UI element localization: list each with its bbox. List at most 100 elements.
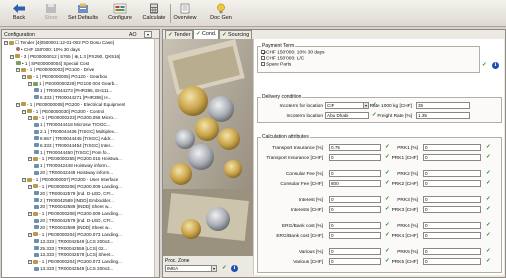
expand-toggle-icon[interactable]: − [28, 232, 32, 237]
set-defaults-button-label: Set Defaults [68, 15, 98, 21]
expand-toggle-icon[interactable]: − [10, 54, 14, 59]
freight-rate-input[interactable]: 1.35 [416, 112, 470, 119]
tree-sort-dropdown[interactable]: ▾ [144, 31, 152, 38]
expand-toggle-icon[interactable]: − [22, 75, 26, 80]
tree-node[interactable]: − 1 | PE000000229] PG100 004 Gearb... [28, 81, 118, 87]
tree-node[interactable]: 1 | TR00044273 [PHR395, EH111... [34, 88, 112, 94]
expand-toggle-icon[interactable]: − [28, 82, 32, 87]
tree-node[interactable]: 20 | TR00042448 Hoistway inform... [34, 170, 113, 176]
info-icon[interactable]: i [231, 265, 238, 272]
expand-toggle-icon[interactable]: − [4, 41, 8, 45]
tree-node[interactable]: 20 | TR00042589 [INDD] Sheet w... [34, 225, 112, 231]
expand-toggle-icon[interactable]: − [28, 157, 32, 162]
checkbox[interactable] [261, 56, 265, 60]
calc-right-input[interactable]: 0 [423, 144, 481, 151]
tree-node[interactable]: • CHF 150'000: 10% 30 days [16, 47, 80, 53]
expand-toggle-icon[interactable]: − [22, 109, 26, 114]
tab-cond[interactable]: ✓ Cond. [193, 29, 220, 39]
doc-gen-button[interactable]: Doc Gen [204, 2, 238, 26]
tree-node[interactable]: 6.333 | TR00044454 [TrSGC] Inter... [34, 143, 114, 149]
expand-toggle-icon[interactable]: − [16, 68, 20, 73]
calc-right-input[interactable]: 0 [423, 248, 481, 255]
tree-node[interactable]: − - 1 | PE00000206] PG200.009 Landing... [28, 184, 122, 190]
tree-node[interactable]: 13.333 | TR00042549 [LCS 200x3... [34, 266, 113, 272]
tree-node[interactable]: − - 1 | PE00000204] PG200.073 Landing... [28, 259, 122, 265]
checkbox[interactable] [261, 50, 266, 55]
tree-node[interactable]: 6.333 | TR00044271 [PHR395] H... [34, 95, 111, 101]
tree-node[interactable]: − - 1 | PE00000007] PG200 - User Interfac… [22, 177, 118, 183]
calc-right-input[interactable]: 0 [423, 222, 481, 229]
tree-node[interactable]: − - 1 | PE00000204] PG200.073 Landing... [28, 232, 122, 238]
tree-node[interactable]: − - 1 | PE00000008] PG200 - Electrical Eq… [16, 102, 125, 108]
tab-cond-label: Cond. [202, 31, 217, 37]
calc-left-input[interactable]: 0 [329, 170, 381, 177]
tree-node[interactable]: − ☐ Tender [4|0500001:12-01-002 PO Dosu C… [4, 40, 114, 46]
tree-node[interactable]: 1 | TR00044418 Microsw TrOGC... [34, 122, 111, 128]
expand-toggle-icon[interactable]: − [28, 184, 32, 189]
rate-input[interactable]: 35 [416, 102, 470, 109]
calc-right-input[interactable]: 0 [423, 196, 481, 203]
calc-right-value: 0 [425, 207, 428, 212]
info-icon[interactable]: i [492, 62, 499, 69]
configuration-tree-panel: Configuration AO ▾ − ☐ Tender [4|0500001:… [1, 29, 160, 278]
expand-toggle-icon[interactable]: − [16, 102, 20, 107]
payment-option[interactable]: Spare Parts [261, 62, 291, 68]
tree-node[interactable]: − - 1 | PE00000003] PG100 - Drive [16, 67, 94, 73]
tree-node[interactable]: 20 | TR00042579 [Ind. D-LED, CFI... [34, 218, 114, 224]
calc-left-input[interactable]: 0 [329, 248, 381, 255]
tree-scrollbar[interactable] [154, 39, 159, 277]
back-button[interactable]: Back [2, 2, 36, 26]
calc-right-input[interactable]: 0 [423, 232, 481, 239]
payment-option[interactable]: CHF 150'000: L/C [261, 56, 304, 62]
tab-tender[interactable]: ✓ Tender [165, 30, 194, 39]
tree-node[interactable]: − - 1 | PE00000030] PG200 - Control [22, 109, 104, 115]
expand-toggle-icon[interactable]: − [22, 178, 26, 182]
calc-right-input[interactable]: 0 [423, 206, 481, 213]
calc-left-value: 0 [331, 223, 334, 228]
proc-zone-select[interactable]: IMEA ▾ [165, 265, 217, 272]
tab-sourcing[interactable]: ✓ Sourcing [219, 30, 253, 39]
tree-node[interactable]: − - 1 | PE00000005] PG120 - Gearbox [22, 74, 107, 80]
incoterm-select[interactable]: CIF ▾ [325, 102, 369, 109]
expand-toggle-icon[interactable]: − [28, 212, 32, 217]
expand-toggle-icon[interactable]: − [28, 116, 32, 121]
set-defaults-button[interactable]: Set Defaults [66, 2, 100, 26]
calc-right-input[interactable]: 0 [423, 258, 481, 265]
tree-node-label: 6.333 | TR00044454 [TrSGC] Inter... [40, 142, 114, 148]
tree-node[interactable]: 20 | TR00042579 [Ind. D-LED, CFI... [34, 191, 114, 197]
tree-node[interactable]: 8.667 | TR00044445 [TrSGC] Addr... [34, 136, 114, 142]
calc-left-input[interactable]: 0 [329, 258, 381, 265]
calc-left-input[interactable]: 0.75 [329, 144, 381, 151]
tree-node[interactable]: 25.333 | TR00042559 [LCS] 02... [34, 246, 107, 252]
calc-right-input[interactable]: 0 [423, 154, 481, 161]
calc-left-input[interactable]: 0 [329, 196, 381, 203]
checkbox[interactable] [261, 62, 265, 66]
incoterm-location-input[interactable]: Abu Dhabi [325, 112, 369, 119]
tree-node[interactable]: 1 | TR00044450 [TrSGC] Pom fo... [34, 150, 110, 156]
tree-node[interactable]: − - 3 | PE00000012 | 5765 | ⊕,1.3 [PX290,… [10, 54, 120, 60]
tree-node[interactable]: 2 | TR00042589 [INDD] Embodder... [34, 198, 114, 204]
calc-right-input[interactable]: 0 [423, 170, 481, 177]
calc-right-input[interactable]: 0 [423, 180, 481, 187]
calculate-button[interactable]: Calculate [137, 2, 171, 26]
tree-node[interactable]: − - 1 | PE00000223] PG200.056 Micro... [28, 115, 117, 121]
tree-node[interactable]: 1 | TR00042448 Hoistway inform... [34, 163, 111, 169]
overview-button[interactable]: Overview [168, 2, 202, 26]
calc-left-input[interactable]: 0 [329, 154, 381, 161]
store-button[interactable]: Store [34, 2, 68, 26]
calc-left-input[interactable]: 0 [329, 206, 381, 213]
tree-node[interactable]: 2.1 | TR00044436 [TrSGC] Multiplex... [34, 129, 118, 135]
configure-button[interactable]: Configure [103, 2, 137, 26]
calc-left-value: 0 [331, 171, 334, 176]
tree-node[interactable]: 13.333 | TR00042549 [LCS 200x3... [34, 239, 113, 245]
expand-toggle-icon[interactable]: − [28, 260, 32, 265]
tree-node[interactable]: − - 1 | PE00000255] PG200.015 Hoistwa... [28, 156, 122, 162]
calc-left-input[interactable]: 0 [329, 232, 381, 239]
calc-left-input[interactable]: 800 [329, 180, 381, 187]
calc-left-input[interactable]: 0 [329, 222, 381, 229]
tree-node[interactable]: − - 1 | PE00000208] PG200.009 Landing... [28, 211, 122, 217]
tree-node[interactable]: • 1 | SPE00000004] Special Cost [16, 61, 89, 67]
payment-option[interactable]: CHF 150'000: 10% 30 days [261, 50, 325, 56]
tree-node[interactable]: 20 | TR00042589 [INDD] Sheet w... [34, 204, 112, 210]
tree-node[interactable]: 13.333 | TR00042579 [LCS] Sheet... [34, 252, 114, 258]
